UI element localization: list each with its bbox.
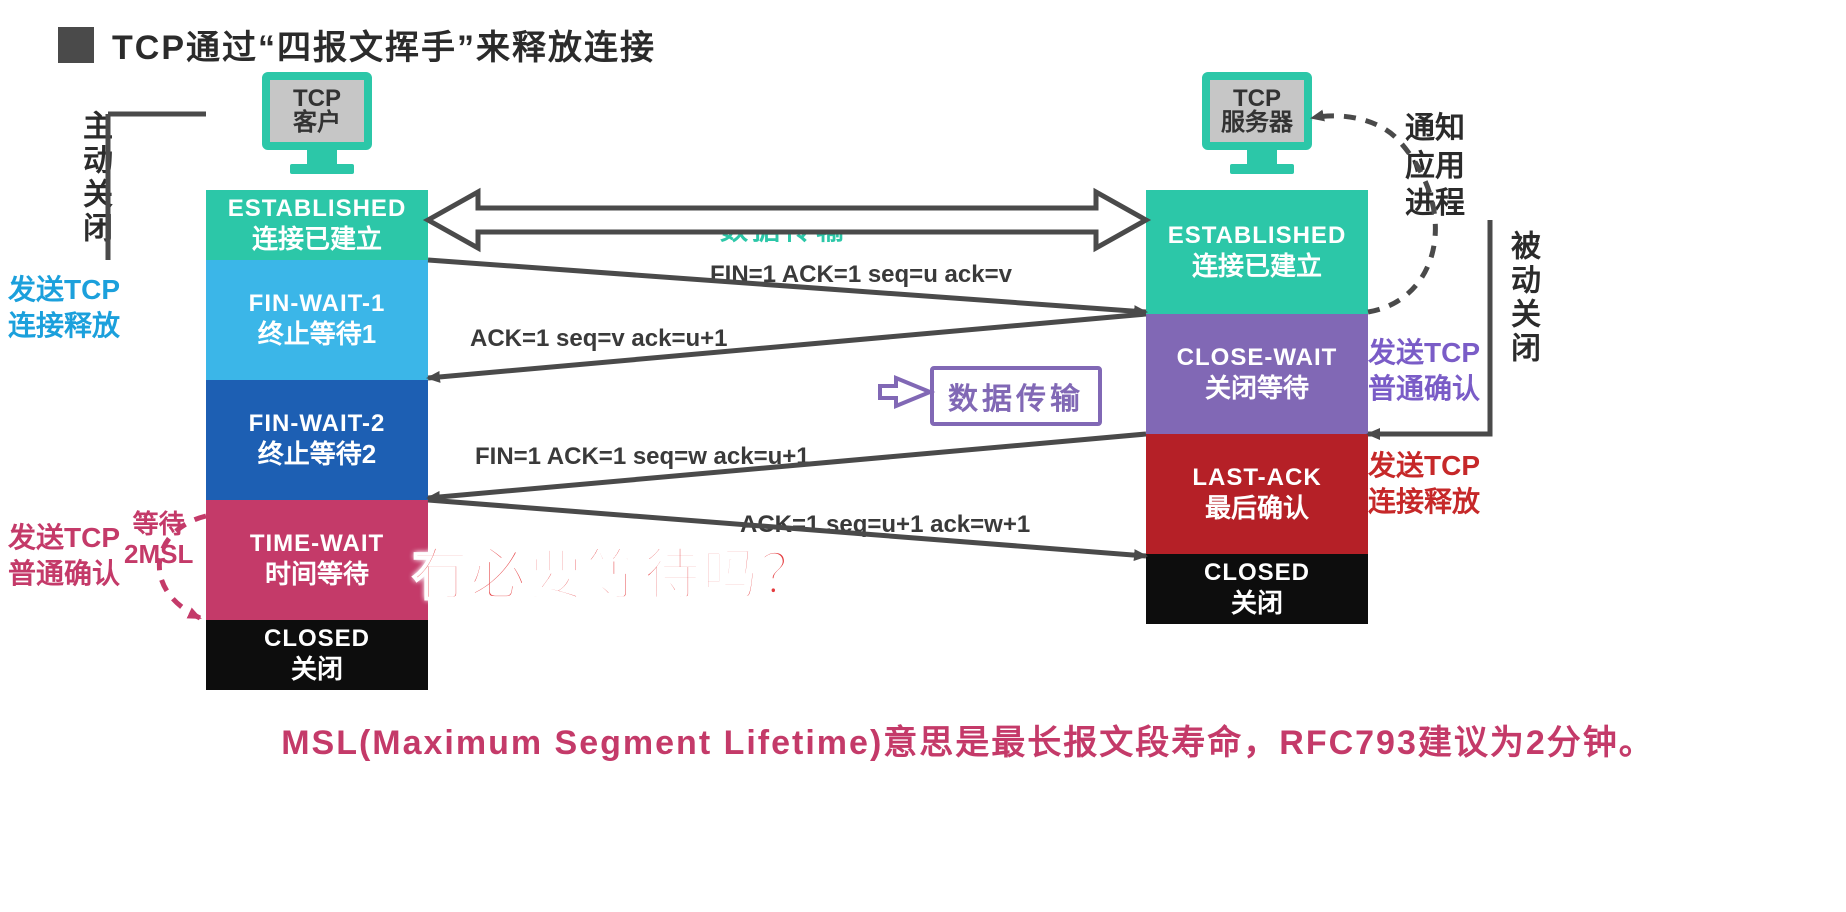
state-fin-wait-2: FIN-WAIT-2终止等待2: [206, 380, 428, 500]
state-cn-label: 关闭: [1150, 588, 1364, 619]
client-monitor-screen: TCP 客户: [262, 72, 372, 150]
left-send-release-label: 发送TCP连接释放: [8, 272, 120, 345]
state-cn-label: 终止等待2: [210, 439, 424, 470]
notify-app-label: 通知应用进程: [1405, 110, 1465, 223]
state-last-ack: LAST-ACK最后确认: [1146, 434, 1368, 554]
state-cn-label: 连接已建立: [1150, 251, 1364, 282]
state-cn-label: 最后确认: [1150, 493, 1364, 524]
bullet-square-icon: [58, 27, 94, 63]
client-column: ESTABLISHED连接已建立FIN-WAIT-1终止等待1FIN-WAIT-…: [206, 190, 428, 690]
title-row: TCP通过“四报文挥手”来释放连接: [58, 20, 656, 69]
page-title: TCP通过“四报文挥手”来释放连接: [112, 20, 656, 69]
monitor-stand-icon: [1247, 150, 1277, 164]
state-established: ESTABLISHED连接已建立: [1146, 190, 1368, 314]
client-monitor-icon: TCP 客户: [262, 72, 382, 172]
state-close-wait: CLOSE-WAIT关闭等待: [1146, 314, 1368, 434]
state-closed: CLOSED关闭: [1146, 554, 1368, 624]
active-close-bracket: [108, 114, 206, 260]
monitor-stand-icon: [307, 150, 337, 164]
question-label: 有必要等待吗？: [412, 530, 818, 611]
message-1-label: FIN=1 ACK=1 seq=u ack=v: [710, 261, 1012, 289]
data-transfer-tag: 数据传输: [930, 366, 1102, 426]
state-en-label: ESTABLISHED: [210, 195, 424, 224]
state-en-label: CLOSE-WAIT: [1150, 344, 1364, 373]
message-3-label: FIN=1 ACK=1 seq=w ack=u+1: [475, 443, 810, 471]
server-monitor-line2: 服务器: [1221, 111, 1293, 135]
right-send-release-label: 发送TCP连接释放: [1368, 448, 1480, 521]
state-en-label: LAST-ACK: [1150, 464, 1364, 493]
server-monitor-screen: TCP 服务器: [1202, 72, 1312, 150]
wait-2msl-label: 等待2MSL: [124, 510, 193, 570]
monitor-base-icon: [290, 164, 354, 174]
state-en-label: TIME-WAIT: [210, 530, 424, 559]
state-cn-label: 关闭等待: [1150, 373, 1364, 404]
message-2-label: ACK=1 seq=v ack=u+1: [470, 325, 728, 353]
server-monitor-icon: TCP 服务器: [1202, 72, 1322, 172]
state-cn-label: 关闭: [210, 654, 424, 685]
monitor-base-icon: [1230, 164, 1294, 174]
state-fin-wait-1: FIN-WAIT-1终止等待1: [206, 260, 428, 380]
state-cn-label: 终止等待1: [210, 319, 424, 350]
data-tag-pointer-icon: [880, 378, 930, 406]
state-en-label: CLOSED: [1150, 559, 1364, 588]
server-monitor-line1: TCP: [1233, 87, 1281, 111]
state-cn-label: 时间等待: [210, 559, 424, 590]
left-send-ack-label: 发送TCP普通确认: [8, 520, 120, 593]
state-time-wait: TIME-WAIT时间等待: [206, 500, 428, 620]
state-en-label: ESTABLISHED: [1150, 222, 1364, 251]
server-column: ESTABLISHED连接已建立CLOSE-WAIT关闭等待LAST-ACK最后…: [1146, 190, 1368, 624]
footnote-label: MSL(Maximum Segment Lifetime)意思是最长报文段寿命，…: [150, 715, 1786, 764]
state-en-label: FIN-WAIT-1: [210, 290, 424, 319]
passive-close-label: 被动关闭: [1500, 230, 1544, 390]
state-cn-label: 连接已建立: [210, 224, 424, 255]
state-en-label: CLOSED: [210, 625, 424, 654]
data-transfer-center-label: 数据传输: [720, 208, 848, 248]
right-send-ack-label: 发送TCP普通确认: [1368, 335, 1480, 408]
client-monitor-line2: 客户: [293, 111, 341, 135]
state-closed: CLOSED关闭: [206, 620, 428, 690]
state-en-label: FIN-WAIT-2: [210, 410, 424, 439]
state-established: ESTABLISHED连接已建立: [206, 190, 428, 260]
client-monitor-line1: TCP: [293, 87, 341, 111]
active-close-label: 主动关闭: [72, 110, 116, 270]
